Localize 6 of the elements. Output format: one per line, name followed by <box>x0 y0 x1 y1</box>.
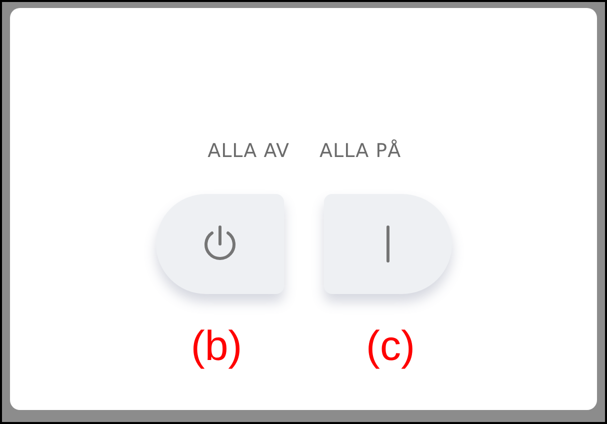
switch-label: ALLA AV <box>208 139 290 164</box>
switch-label: ALLA PÅ <box>320 138 402 164</box>
annotation-label: (b) <box>190 322 242 370</box>
all-off-button[interactable] <box>156 194 284 294</box>
annotation-label: (c) <box>366 322 415 370</box>
on-line-icon <box>384 224 390 264</box>
